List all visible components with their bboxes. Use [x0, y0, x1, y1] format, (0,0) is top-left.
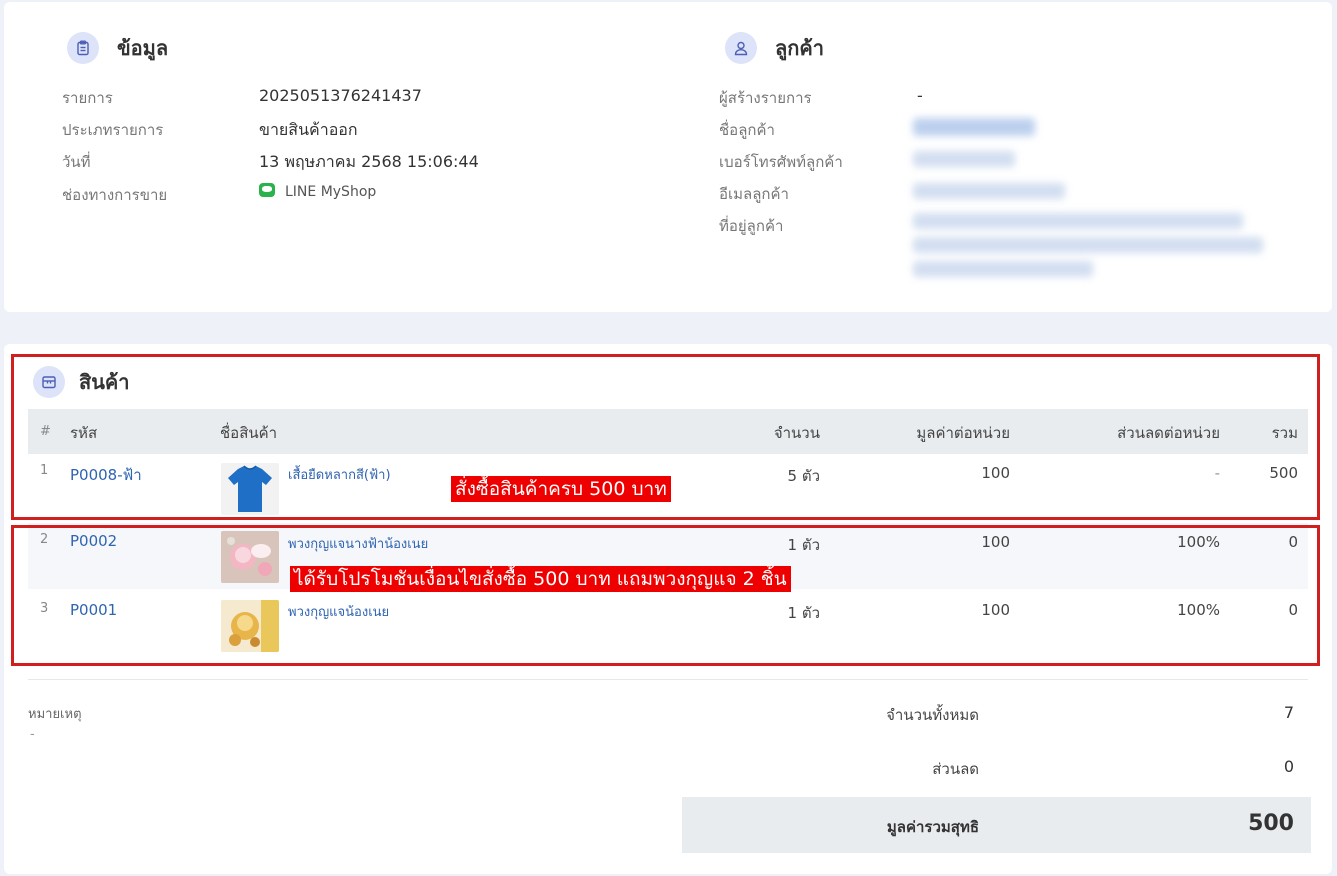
- customer-section-title: ลูกค้า: [725, 32, 824, 64]
- clipboard-icon: [67, 32, 99, 64]
- info-label: ที่อยู่ลูกค้า: [719, 217, 784, 235]
- discount-label: ส่วนลด: [932, 760, 979, 778]
- transaction-type: ขายสินค้าออก: [259, 120, 358, 139]
- annotation-promo-label: ได้รับโปรโมชันเงื่อนไขสั่งซื้อ 500 บาท แ…: [290, 566, 791, 592]
- info-row-type: ประเภทรายการ: [62, 118, 163, 142]
- total-qty-label: จำนวนทั้งหมด: [886, 706, 979, 724]
- net-total-value: 500: [1248, 811, 1294, 836]
- annotation-box-promo: [11, 525, 1320, 666]
- net-total-label: มูลค่ารวมสุทธิ: [886, 818, 979, 836]
- discount-value: 0: [1283, 757, 1294, 776]
- transaction-date: 13 พฤษภาคม 2568 15:06:44: [259, 152, 479, 171]
- customer-address-blurred-3: [913, 261, 1093, 277]
- transaction-id: 2025051376241437: [259, 86, 422, 105]
- info-label: ชื่อลูกค้า: [719, 121, 775, 139]
- info-section-title: ข้อมูล: [67, 32, 168, 64]
- customer-phone-blurred: [913, 151, 1015, 167]
- customer-name-blurred[interactable]: [913, 118, 1035, 136]
- total-qty-value: 7: [1283, 703, 1294, 722]
- info-row-transaction: รายการ: [62, 86, 113, 110]
- sales-channel-text: LINE MyShop: [285, 184, 377, 200]
- annotation-purchase-label: สั่งซื้อสินค้าครบ 500 บาท: [451, 476, 671, 502]
- customer-row-name: ชื่อลูกค้า: [719, 118, 775, 142]
- divider: [28, 679, 1308, 680]
- info-label: ผู้สร้างรายการ: [719, 89, 812, 107]
- info-label: วันที่: [62, 153, 91, 171]
- order-info-card: [4, 2, 1332, 312]
- customer-email-blurred: [913, 183, 1065, 199]
- note-value: -: [30, 727, 35, 742]
- info-label: ประเภทรายการ: [62, 121, 164, 139]
- line-app-icon: [259, 183, 275, 197]
- info-row-channel: ช่องทางการขาย: [62, 183, 167, 207]
- info-label: อีเมลลูกค้า: [719, 185, 789, 203]
- customer-row-phone: เบอร์โทรศัพท์ลูกค้า: [719, 150, 843, 174]
- customer-title: ลูกค้า: [775, 36, 824, 60]
- note-label: หมายเหตุ: [28, 707, 82, 722]
- sales-channel: LINE MyShop: [259, 183, 376, 200]
- customer-row-address: ที่อยู่ลูกค้า: [719, 214, 783, 238]
- customer-row-creator: ผู้สร้างรายการ: [719, 86, 812, 110]
- customer-address-blurred-1: [913, 213, 1243, 229]
- info-label: ช่องทางการขาย: [62, 186, 168, 204]
- info-title: ข้อมูล: [117, 36, 169, 60]
- user-icon: [725, 32, 757, 64]
- info-label: เบอร์โทรศัพท์ลูกค้า: [719, 153, 843, 171]
- creator-value: -: [917, 86, 923, 105]
- info-label: รายการ: [62, 89, 113, 107]
- customer-address-blurred-2: [913, 237, 1263, 253]
- customer-row-email: อีเมลลูกค้า: [719, 182, 789, 206]
- info-row-date: วันที่: [62, 150, 91, 174]
